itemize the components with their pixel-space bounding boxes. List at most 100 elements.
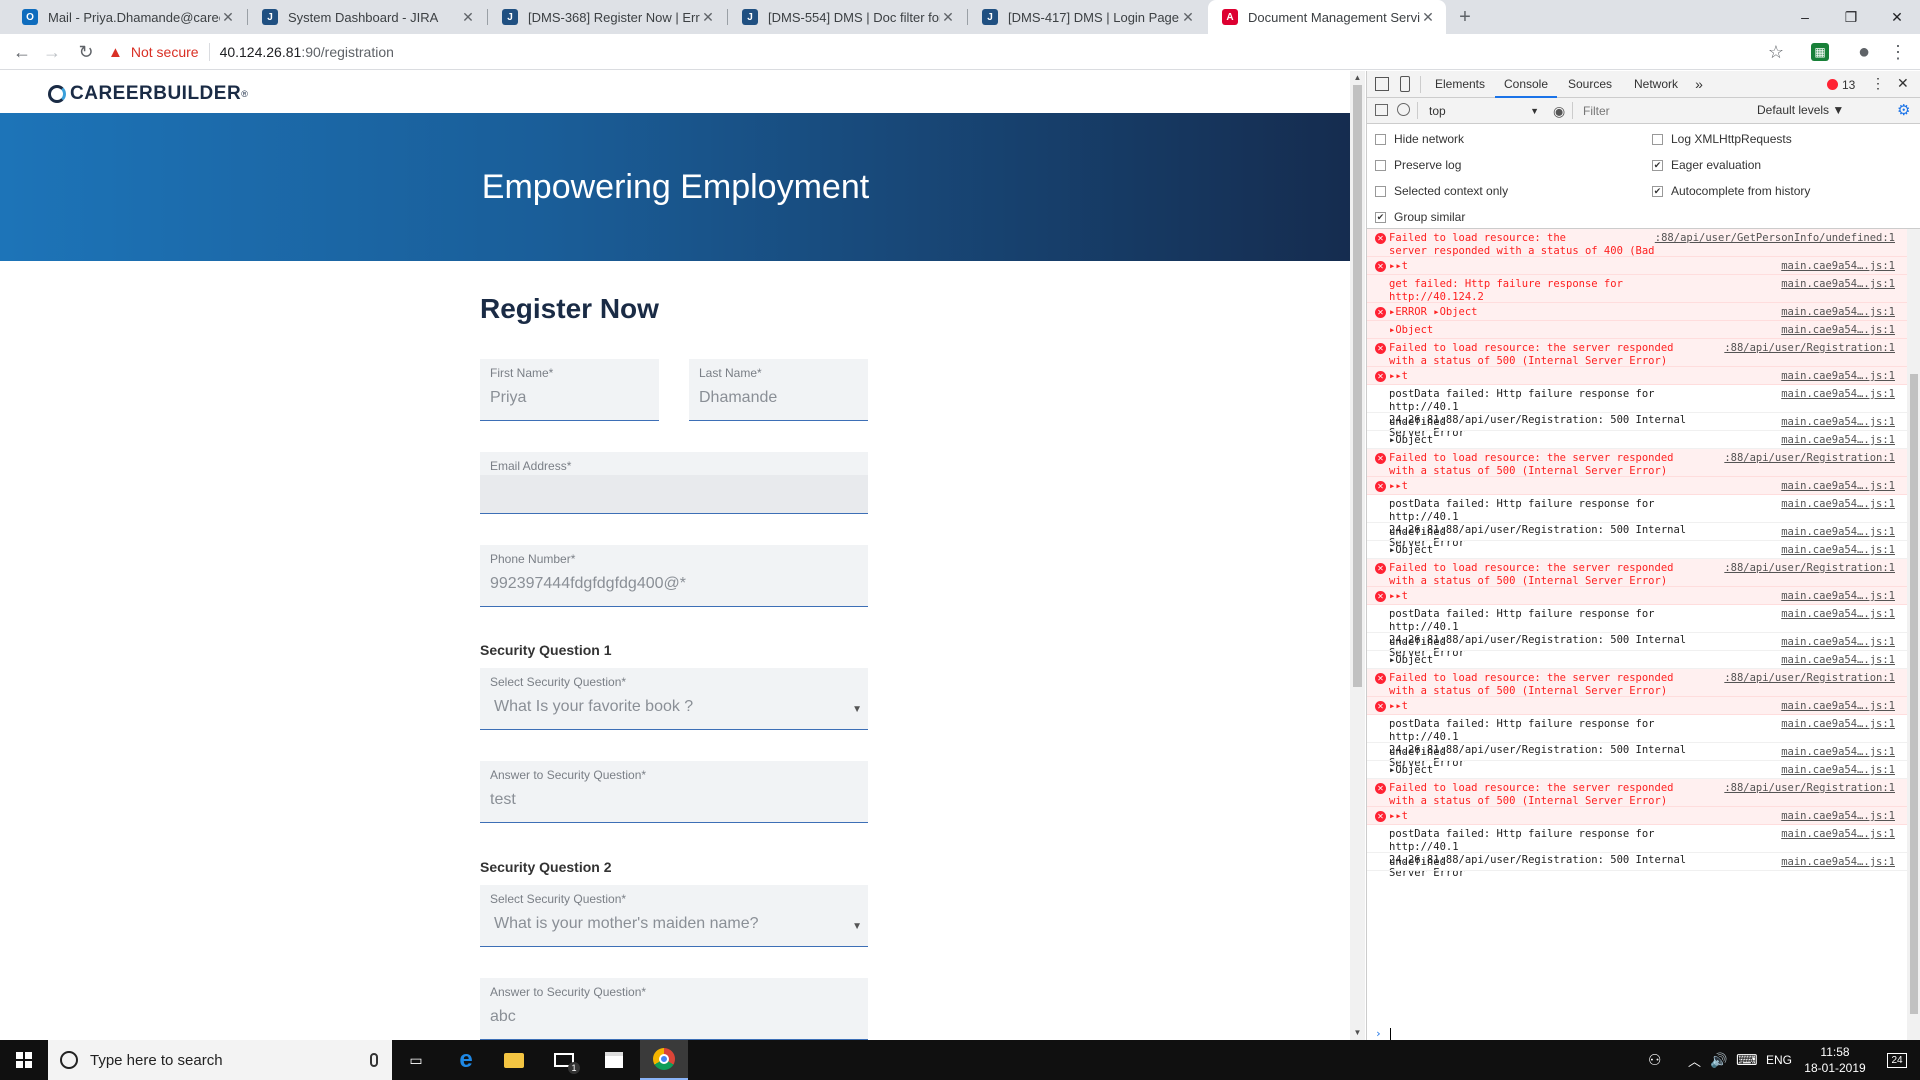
clock[interactable]: 11:58 18-01-2019	[1804, 1040, 1866, 1080]
tab-mail[interactable]: O Mail - Priya.Dhamande@careerbuilder ✕	[8, 0, 246, 34]
log-xhr-checkbox[interactable]: Log XMLHttpRequests	[1652, 132, 1792, 146]
console-error-entry[interactable]: ▸Object main.cae9a54….js:1	[1367, 321, 1907, 339]
console-source-link[interactable]: main.cae9a54….js:1	[1781, 480, 1895, 493]
clear-console-icon[interactable]	[1397, 103, 1410, 116]
extension-icon[interactable]: ▦	[1808, 40, 1832, 64]
console-error-entry[interactable]: ✕ Failed to load resource: the server res…	[1367, 779, 1907, 807]
console-log-entry[interactable]: undefined main.cae9a54….js:1	[1367, 633, 1907, 651]
console-log-entry[interactable]: ▸Object main.cae9a54….js:1	[1367, 651, 1907, 669]
checkbox-box[interactable]	[1375, 159, 1386, 171]
console-log-entry[interactable]: postData failed: Http failure response f…	[1367, 495, 1907, 549]
console-settings-gear-icon[interactable]: ⚙	[1897, 101, 1910, 119]
store-icon[interactable]	[590, 1040, 638, 1080]
console-error-entry[interactable]: ✕ ▸▸t main.cae9a54….js:1	[1367, 587, 1907, 605]
reload-button[interactable]: ↻	[72, 40, 100, 64]
console-source-link[interactable]: main.cae9a54….js:1	[1781, 370, 1895, 383]
console-source-link[interactable]: main.cae9a54….js:1	[1781, 416, 1895, 429]
tab-dms-368[interactable]: J [DMS-368] Register Now | Error on ✕	[488, 0, 726, 34]
devtools-tab-network[interactable]: Network	[1623, 71, 1689, 98]
error-count[interactable]: 13	[1842, 78, 1855, 92]
console-log-entry[interactable]: undefined main.cae9a54….js:1	[1367, 413, 1907, 431]
taskbar-search-box[interactable]: Type here to search	[48, 1040, 392, 1080]
console-source-link[interactable]: main.cae9a54….js:1	[1781, 764, 1895, 777]
checkbox-checked[interactable]: ✔	[1375, 211, 1386, 223]
console-source-link[interactable]: main.cae9a54….js:1	[1781, 260, 1895, 273]
console-source-link[interactable]: :88/api/user/Registration:1	[1724, 452, 1895, 465]
first-name-field[interactable]: First Name* Priya	[480, 359, 659, 421]
autocomplete-history-checkbox[interactable]: ✔ Autocomplete from history	[1652, 184, 1810, 198]
console-log-entry[interactable]: postData failed: Http failure response f…	[1367, 385, 1907, 439]
close-tab-icon[interactable]: ✕	[460, 9, 476, 26]
console-source-link[interactable]: main.cae9a54….js:1	[1781, 654, 1895, 667]
console-source-link[interactable]: main.cae9a54….js:1	[1781, 856, 1895, 869]
hide-network-checkbox[interactable]: Hide network	[1375, 132, 1464, 146]
console-log-entry[interactable]: ▸Object main.cae9a54….js:1	[1367, 761, 1907, 779]
console-error-entry[interactable]: ✕ Failed to load resource: the server res…	[1367, 669, 1907, 697]
close-window-button[interactable]: ✕	[1874, 0, 1920, 34]
language-indicator[interactable]: ENG	[1766, 1040, 1792, 1080]
back-button[interactable]: ←	[8, 40, 36, 64]
email-input-area[interactable]	[480, 475, 868, 513]
tab-document-management[interactable]: A Document Management Service ✕	[1208, 0, 1446, 34]
console-source-link[interactable]: main.cae9a54….js:1	[1781, 746, 1895, 759]
console-source-link[interactable]: :88/api/user/Registration:1	[1724, 342, 1895, 355]
mail-icon[interactable]: 1	[540, 1040, 588, 1080]
console-source-link[interactable]: main.cae9a54….js:1	[1781, 306, 1895, 319]
chrome-icon[interactable]	[640, 1040, 688, 1080]
console-error-entry[interactable]: get failed: Http failure response for ht…	[1367, 275, 1907, 329]
console-scrollbar[interactable]	[1907, 229, 1920, 1040]
address-bar[interactable]: ▲ Not secure 40.124.26.81 :90/registrati…	[108, 38, 1758, 66]
checkbox-box[interactable]	[1375, 133, 1386, 145]
console-log-entry[interactable]: postData failed: Http failure response f…	[1367, 605, 1907, 659]
console-log-entry[interactable]: ▸Object main.cae9a54….js:1	[1367, 541, 1907, 559]
console-scrollbar-thumb[interactable]	[1910, 374, 1918, 1014]
scroll-up-arrow[interactable]: ▲	[1350, 71, 1365, 85]
eager-evaluation-checkbox[interactable]: ✔ Eager evaluation	[1652, 158, 1761, 172]
tab-jira-dashboard[interactable]: J System Dashboard - JIRA ✕	[248, 0, 486, 34]
checkbox-box[interactable]	[1375, 185, 1386, 197]
console-error-entry[interactable]: ✕ ▸▸t main.cae9a54….js:1	[1367, 807, 1907, 825]
windows-start-icon[interactable]	[0, 1040, 48, 1080]
not-secure-label[interactable]: Not secure	[131, 44, 199, 60]
close-tab-icon[interactable]: ✕	[940, 9, 956, 26]
tab-dms-554[interactable]: J [DMS-554] DMS | Doc filter for all ✕	[728, 0, 966, 34]
console-source-link[interactable]: main.cae9a54….js:1	[1781, 434, 1895, 447]
close-tab-icon[interactable]: ✕	[700, 9, 716, 26]
console-source-link[interactable]: main.cae9a54….js:1	[1781, 608, 1895, 621]
new-tab-button[interactable]: +	[1442, 0, 1488, 34]
security-answer-1-field[interactable]: Answer to Security Question* test	[480, 761, 868, 823]
scroll-down-arrow[interactable]: ▼	[1350, 1026, 1365, 1040]
group-similar-checkbox[interactable]: ✔ Group similar	[1375, 210, 1465, 224]
console-source-link[interactable]: main.cae9a54….js:1	[1781, 700, 1895, 713]
task-view-icon[interactable]: ▭	[392, 1040, 440, 1080]
page-scrollbar-thumb[interactable]	[1353, 85, 1362, 687]
notifications-icon[interactable]: 24	[1882, 1040, 1912, 1080]
console-prompt[interactable]: ›	[1367, 1027, 1907, 1040]
console-error-entry[interactable]: ✕ Failed to load resource: the server res…	[1367, 559, 1907, 587]
console-source-link[interactable]: main.cae9a54….js:1	[1781, 718, 1895, 731]
devtools-tab-console[interactable]: Console	[1495, 71, 1557, 98]
browser-menu-icon[interactable]: ⋮	[1886, 40, 1910, 64]
console-error-entry[interactable]: ✕ Failed to load resource: the server res…	[1367, 449, 1907, 477]
console-log-entry[interactable]: undefined main.cae9a54….js:1	[1367, 523, 1907, 541]
security-question-2-select[interactable]: Select Security Question* What is your m…	[480, 885, 868, 947]
edge-browser-icon[interactable]: e	[442, 1040, 490, 1080]
preserve-log-checkbox[interactable]: Preserve log	[1375, 158, 1461, 172]
console-source-link[interactable]: main.cae9a54….js:1	[1781, 828, 1895, 841]
checkbox-box[interactable]	[1652, 133, 1663, 145]
restore-button[interactable]: ❐	[1828, 0, 1874, 34]
close-tab-icon[interactable]: ✕	[1180, 9, 1196, 26]
devtools-menu-icon[interactable]: ⋮	[1871, 75, 1885, 92]
people-icon[interactable]: ⚇	[1648, 1040, 1661, 1080]
sidebar-toggle-icon[interactable]	[1375, 104, 1388, 116]
console-error-entry[interactable]: ✕ Failed to load resource: the server res…	[1367, 339, 1907, 367]
email-field[interactable]: Email Address*	[480, 452, 868, 514]
live-expression-eye-icon[interactable]: ◉	[1553, 103, 1565, 120]
profile-icon[interactable]: ●	[1852, 40, 1876, 64]
log-levels-dropdown[interactable]: Default levels ▼	[1757, 103, 1844, 117]
security-answer-2-field[interactable]: Answer to Security Question* abc	[480, 978, 868, 1040]
close-tab-icon[interactable]: ✕	[220, 9, 236, 26]
context-selector[interactable]: top ▼	[1425, 102, 1543, 120]
show-hidden-icons-chevron[interactable]: ︿	[1688, 1040, 1701, 1080]
console-source-link[interactable]: :88/api/user/Registration:1	[1724, 782, 1895, 795]
